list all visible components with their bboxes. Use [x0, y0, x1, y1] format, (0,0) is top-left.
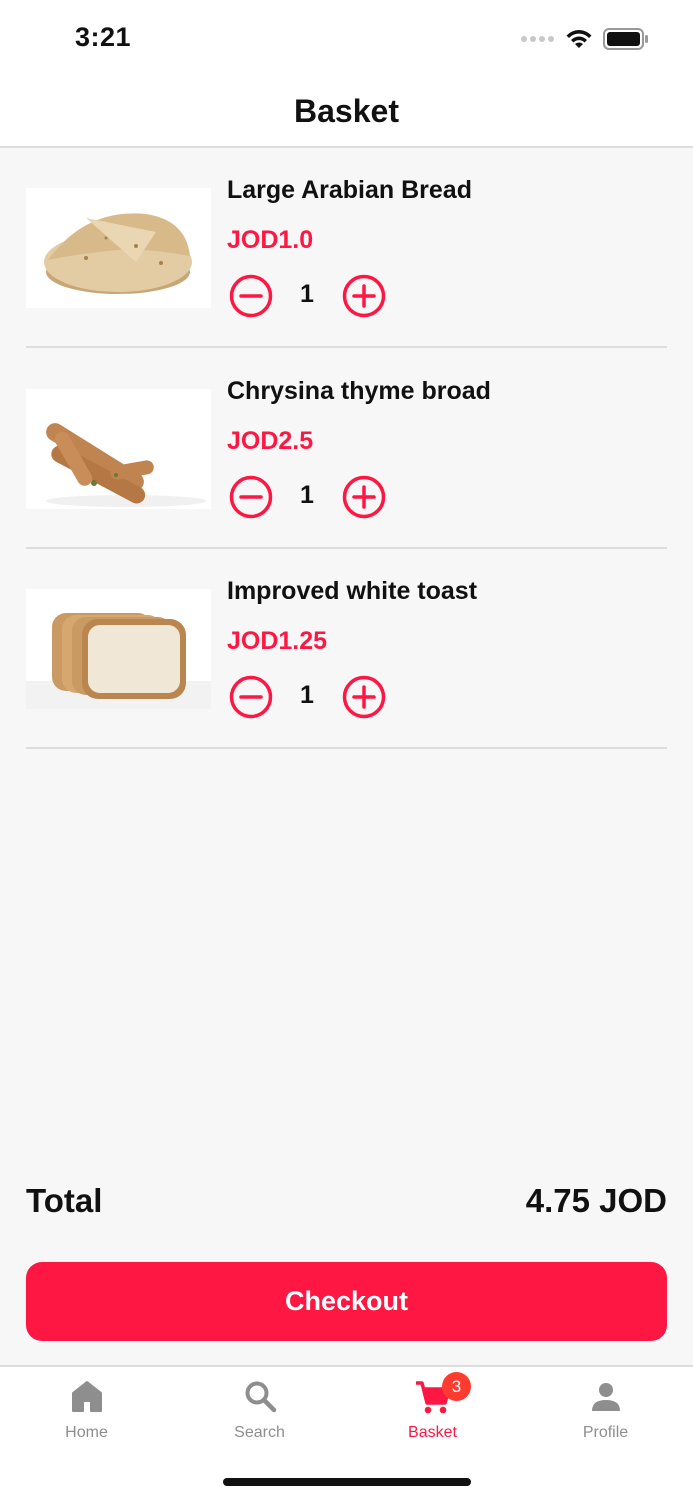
person-icon [591, 1383, 620, 1411]
tab-label: Basket [408, 1424, 457, 1441]
tab-label: Search [234, 1424, 285, 1441]
item-image-arabian-bread [26, 188, 211, 308]
search-icon [245, 1381, 276, 1413]
tab-basket[interactable]: 3 Basket [346, 1367, 519, 1457]
quantity-stepper: 1 [227, 475, 427, 519]
tab-search[interactable]: Search [173, 1367, 346, 1457]
tab-profile[interactable]: Profile [519, 1367, 692, 1457]
quantity-stepper: 1 [227, 675, 427, 719]
item-price: JOD1.0 [227, 226, 314, 254]
home-indicator [223, 1478, 471, 1486]
status-bar: 3:21 [0, 0, 693, 76]
item-image-white-toast [26, 589, 211, 709]
item-name: Large Arabian Bread [227, 176, 472, 204]
minus-circle-icon[interactable] [229, 274, 273, 318]
checkout-button[interactable]: Checkout [26, 1262, 667, 1341]
minus-circle-icon[interactable] [229, 675, 273, 719]
basket-item: Improved white toast JOD1.25 1 [26, 549, 667, 749]
basket-item: Chrysina thyme broad JOD2.5 1 [26, 349, 667, 549]
item-image-thyme-bread [26, 389, 211, 509]
plus-circle-icon[interactable] [342, 475, 386, 519]
minus-circle-icon[interactable] [229, 475, 273, 519]
quantity-stepper: 1 [227, 274, 427, 318]
quantity-value: 1 [300, 481, 314, 509]
cart-badge: 3 [442, 1372, 471, 1401]
tab-label: Profile [582, 1424, 629, 1441]
item-price: JOD2.5 [227, 427, 314, 455]
quantity-value: 1 [300, 280, 314, 308]
battery-icon [603, 28, 648, 50]
signal-icon [521, 36, 554, 42]
tab-label: Home [65, 1424, 108, 1441]
item-name: Chrysina thyme broad [227, 377, 491, 405]
basket-item: Large Arabian Bread JOD1.0 1 [26, 148, 667, 348]
plus-circle-icon[interactable] [342, 274, 386, 318]
home-icon [71, 1381, 102, 1412]
item-price: JOD1.25 [227, 627, 328, 655]
quantity-value: 1 [300, 681, 314, 709]
item-name: Improved white toast [227, 577, 478, 605]
total-value: 4.75 JOD [525, 1182, 667, 1219]
plus-circle-icon[interactable] [342, 675, 386, 719]
wifi-icon [566, 30, 592, 48]
status-time: 3:21 [75, 22, 132, 52]
status-icons [521, 28, 649, 50]
tab-home[interactable]: Home [0, 1367, 173, 1457]
nav-bar: Basket [0, 76, 693, 148]
total-label: Total [26, 1182, 103, 1219]
total-row: Total 4.75 JOD [26, 1182, 667, 1226]
page-title: Basket [294, 92, 399, 129]
